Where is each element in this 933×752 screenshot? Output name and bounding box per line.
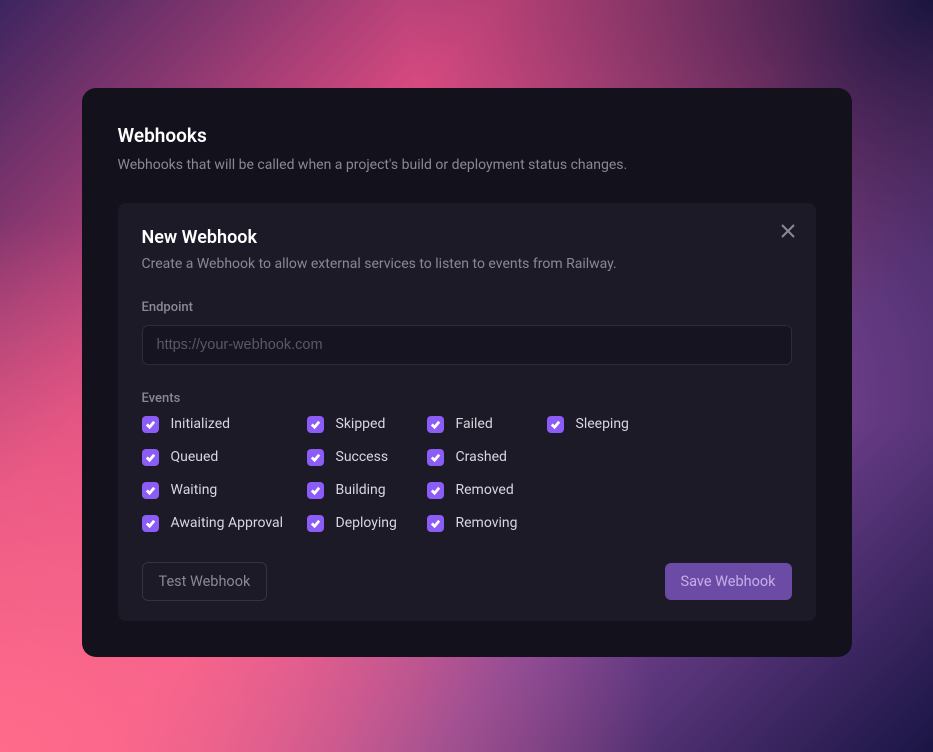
checkbox-label: Initialized [171, 416, 231, 432]
endpoint-label: Endpoint [142, 300, 792, 315]
save-webhook-button[interactable]: Save Webhook [665, 563, 792, 600]
checkbox-awaiting-approval[interactable] [142, 515, 159, 532]
events-label: Events [142, 391, 792, 406]
test-webhook-button[interactable]: Test Webhook [142, 562, 268, 601]
new-webhook-panel: New Webhook Create a Webhook to allow ex… [118, 203, 816, 621]
event-removing[interactable]: Removing [427, 515, 547, 532]
events-grid: Initialized Skipped Failed Sleeping Queu… [142, 416, 792, 532]
checkbox-label: Crashed [456, 449, 507, 465]
event-building[interactable]: Building [307, 482, 427, 499]
event-skipped[interactable]: Skipped [307, 416, 427, 433]
main-container: Webhooks Webhooks that will be called wh… [82, 88, 852, 657]
checkbox-label: Success [336, 449, 389, 465]
event-failed[interactable]: Failed [427, 416, 547, 433]
checkbox-failed[interactable] [427, 416, 444, 433]
checkbox-success[interactable] [307, 449, 324, 466]
event-removed[interactable]: Removed [427, 482, 547, 499]
checkbox-label: Awaiting Approval [171, 515, 284, 531]
checkbox-label: Queued [171, 449, 219, 465]
close-button[interactable] [776, 219, 800, 243]
checkbox-label: Waiting [171, 482, 218, 498]
panel-subtitle: Create a Webhook to allow external servi… [142, 256, 792, 272]
page-title: Webhooks [118, 124, 816, 147]
checkbox-initialized[interactable] [142, 416, 159, 433]
event-awaiting-approval[interactable]: Awaiting Approval [142, 515, 307, 532]
checkbox-waiting[interactable] [142, 482, 159, 499]
checkbox-crashed[interactable] [427, 449, 444, 466]
endpoint-input[interactable] [142, 325, 792, 365]
event-waiting[interactable]: Waiting [142, 482, 307, 499]
check-icon [145, 485, 156, 496]
checkbox-building[interactable] [307, 482, 324, 499]
actions-row: Test Webhook Save Webhook [142, 562, 792, 601]
checkbox-label: Removing [456, 515, 518, 531]
panel-title: New Webhook [142, 227, 792, 248]
checkbox-deploying[interactable] [307, 515, 324, 532]
event-deploying[interactable]: Deploying [307, 515, 427, 532]
close-icon [781, 224, 795, 238]
check-icon [310, 419, 321, 430]
event-initialized[interactable]: Initialized [142, 416, 307, 433]
checkbox-skipped[interactable] [307, 416, 324, 433]
event-success[interactable]: Success [307, 449, 427, 466]
checkbox-removing[interactable] [427, 515, 444, 532]
checkbox-removed[interactable] [427, 482, 444, 499]
checkbox-label: Removed [456, 482, 514, 498]
event-crashed[interactable]: Crashed [427, 449, 547, 466]
checkbox-label: Sleeping [576, 416, 629, 432]
check-icon [310, 452, 321, 463]
check-icon [430, 518, 441, 529]
checkbox-label: Building [336, 482, 386, 498]
check-icon [310, 518, 321, 529]
checkbox-sleeping[interactable] [547, 416, 564, 433]
event-queued[interactable]: Queued [142, 449, 307, 466]
checkbox-label: Failed [456, 416, 493, 432]
checkbox-queued[interactable] [142, 449, 159, 466]
check-icon [145, 518, 156, 529]
check-icon [310, 485, 321, 496]
check-icon [145, 452, 156, 463]
checkbox-label: Deploying [336, 515, 397, 531]
event-sleeping[interactable]: Sleeping [547, 416, 667, 433]
check-icon [430, 419, 441, 430]
check-icon [145, 419, 156, 430]
check-icon [430, 485, 441, 496]
checkbox-label: Skipped [336, 416, 386, 432]
page-subtitle: Webhooks that will be called when a proj… [118, 157, 816, 173]
check-icon [550, 419, 561, 430]
check-icon [430, 452, 441, 463]
